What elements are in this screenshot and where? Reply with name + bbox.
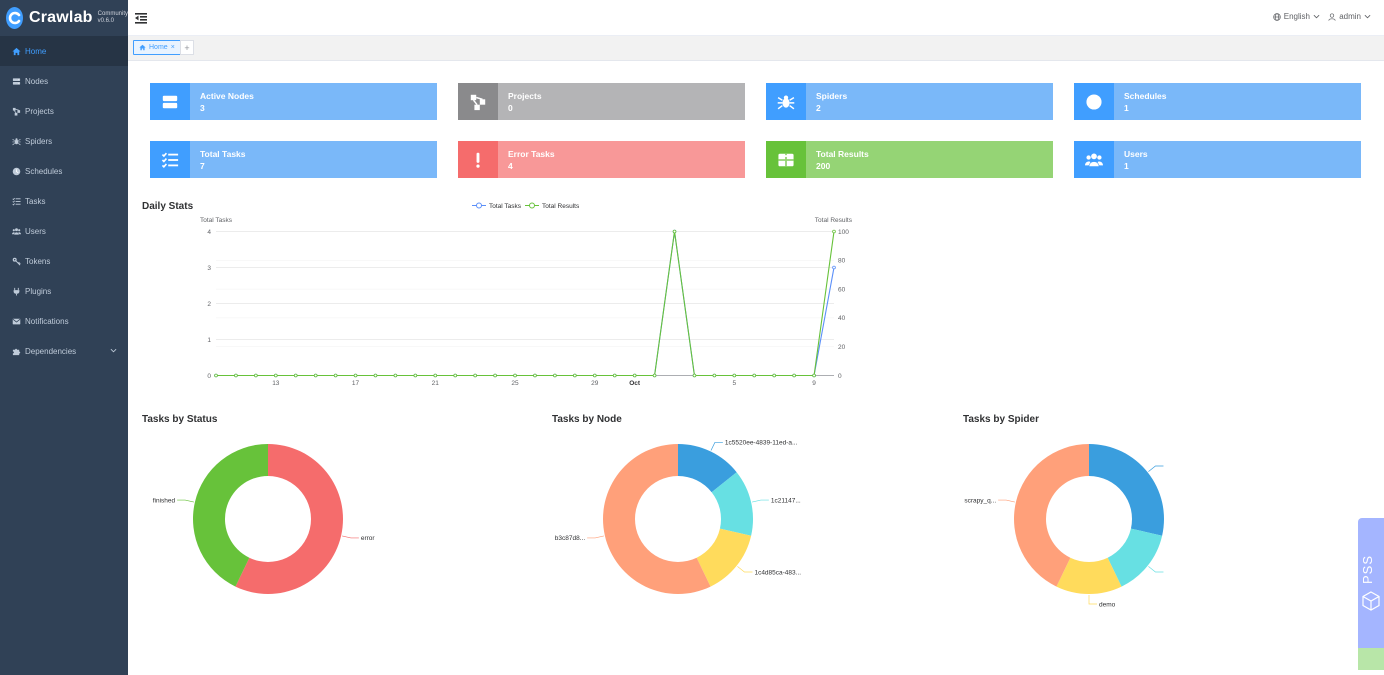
label-leader-line <box>998 499 1015 503</box>
label-leader-line <box>177 499 194 503</box>
slice-label: finished <box>153 497 176 504</box>
donut-charts: error finished 1c5520ee-4839-11ed-a... 1c21… <box>153 440 1164 608</box>
label-leader-line <box>1148 465 1164 472</box>
label-leader-line <box>1148 566 1164 573</box>
slice-label: 1c21147... <box>771 497 801 504</box>
slice-label: scrapy_q... <box>964 497 996 504</box>
label-leader-line <box>737 566 753 573</box>
widget-green-tab[interactable] <box>1358 648 1384 670</box>
cube-icon <box>1362 591 1380 611</box>
slice-label: error <box>361 535 376 542</box>
label-leader-line <box>752 499 769 503</box>
slice-label: 1c5520ee-4839-11ed-a... <box>725 440 798 447</box>
slice-label: 1c4d85ca-483... <box>754 569 801 576</box>
label-leader-line <box>1088 595 1097 605</box>
label-leader-line <box>587 535 604 539</box>
slice-label: demo <box>1099 601 1116 608</box>
pie-slice[interactable] <box>1089 444 1164 536</box>
slice-label: b3c87d8... <box>555 535 586 542</box>
pss-label: PSS <box>1360 555 1375 585</box>
label-leader-line <box>710 442 723 451</box>
label-leader-line <box>342 535 359 539</box>
